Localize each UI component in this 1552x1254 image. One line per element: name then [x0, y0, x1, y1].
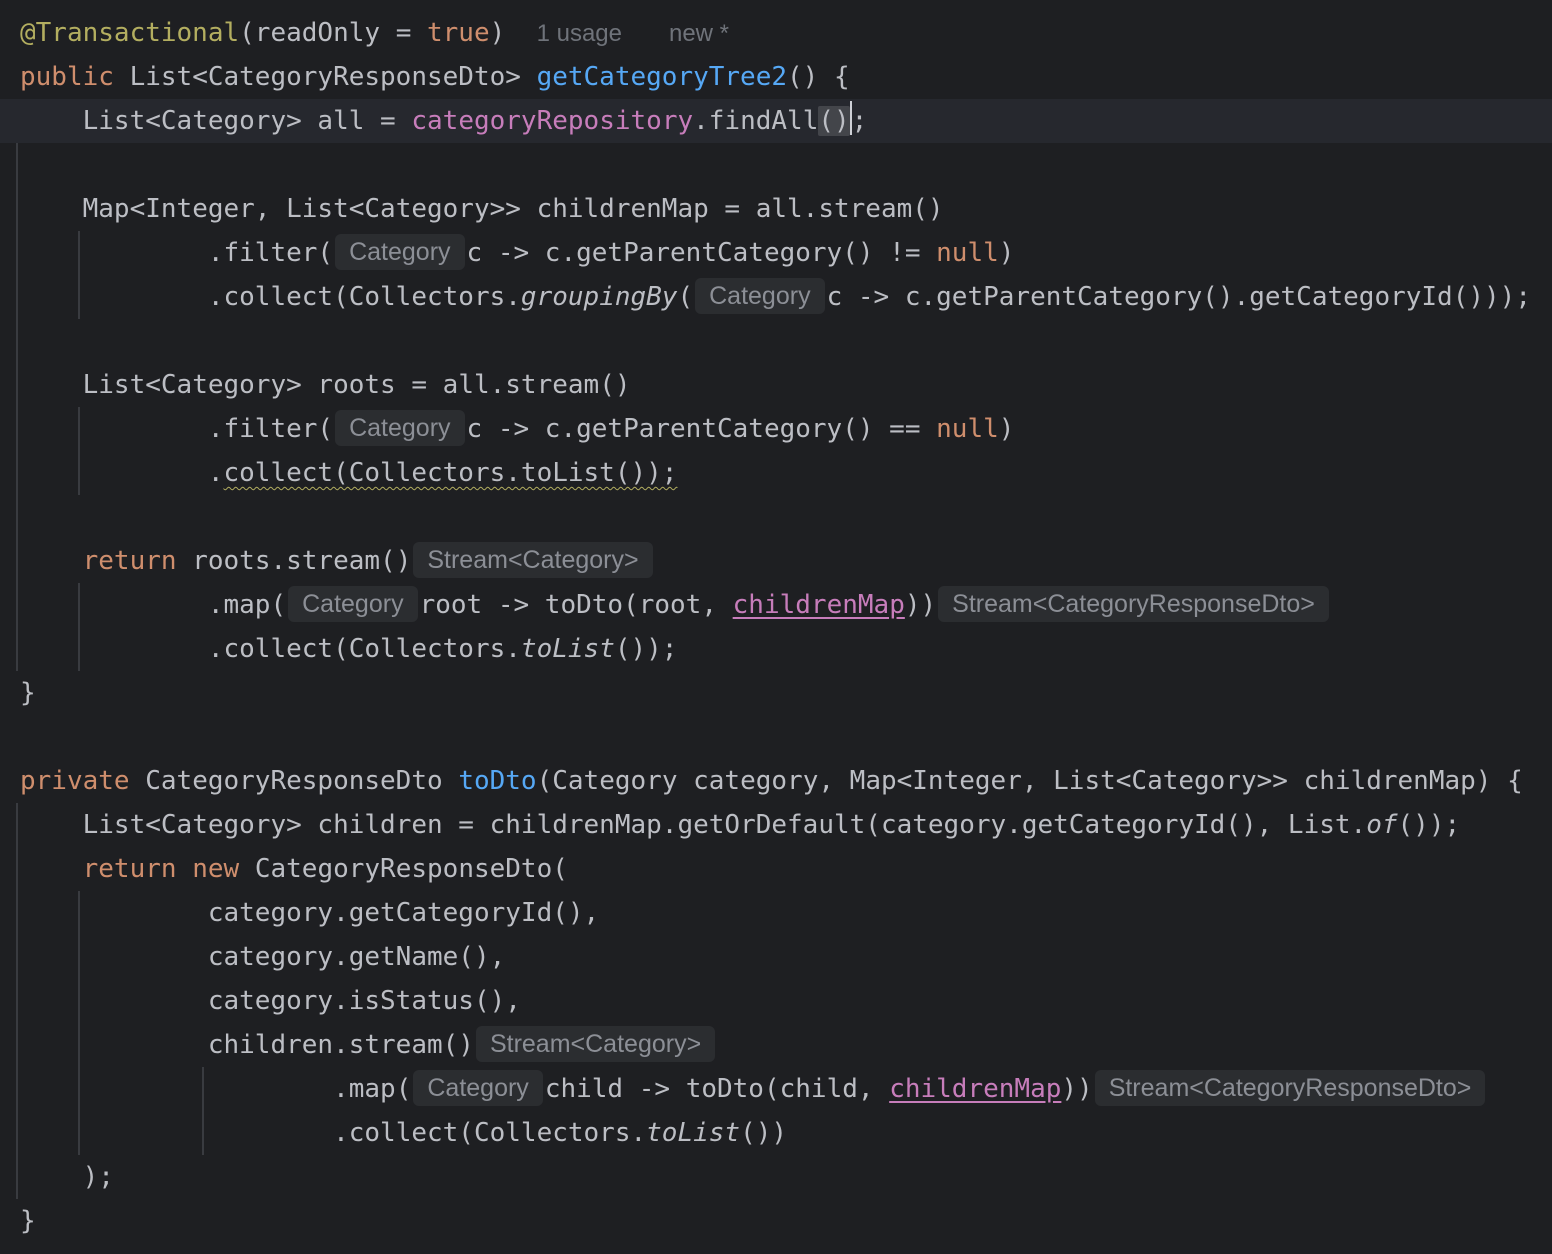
code-line: } — [20, 1206, 36, 1236]
code-line: .collect(Collectors.toList()); — [207, 634, 678, 664]
code-line: .filter(Category c -> c.getParentCategory… — [20, 231, 1014, 275]
code-line: category.isStatus(), — [207, 986, 521, 1016]
usages-hint[interactable]: 1 usage — [537, 20, 622, 47]
code-line: Map<Integer, List<Category>> childrenMap… — [82, 194, 944, 224]
code-line: return roots.stream() Stream<Category> — [20, 539, 655, 583]
matched-brace: () — [818, 106, 850, 136]
indent-guide — [16, 143, 18, 671]
code-line: .collect(Collectors.toList()); — [207, 458, 678, 488]
method-name[interactable]: getCategoryTree2 — [537, 62, 787, 92]
code-line: @Transactional(readOnly = true) 1 usage … — [20, 18, 730, 48]
method-name[interactable]: toDto — [458, 766, 536, 796]
code-line: return new CategoryResponseDto( — [82, 854, 568, 884]
inspection-warning[interactable]: collect(Collectors.toList()); — [224, 458, 678, 488]
field-reference[interactable]: childrenMap — [733, 590, 905, 620]
code-line: .map(Category root -> toDto(root, childre… — [20, 583, 1331, 627]
code-line: .map(Category child -> toDto(child, child… — [20, 1067, 1487, 1111]
type-hint: Stream<Category> — [413, 542, 653, 578]
code-line: ); — [82, 1162, 114, 1192]
type-hint: Category — [335, 410, 465, 446]
annotation: @Transactional — [20, 18, 240, 48]
field-reference[interactable]: childrenMap — [889, 1074, 1061, 1104]
code-line: } — [20, 678, 36, 708]
indent-guide — [16, 803, 18, 1199]
type-hint: Stream<CategoryResponseDto> — [938, 586, 1329, 622]
type-hint: Category — [288, 586, 418, 622]
code-line: private CategoryResponseDto toDto(Catego… — [20, 766, 1523, 796]
code-line-current: List<Category> all = categoryRepository.… — [20, 99, 867, 143]
type-hint: Category — [413, 1070, 543, 1106]
code-line: List<Category> roots = all.stream() — [82, 370, 631, 400]
vcs-status-hint[interactable]: new * — [669, 20, 729, 47]
type-hint: Category — [695, 278, 825, 314]
type-hint: Stream<CategoryResponseDto> — [1094, 1070, 1486, 1106]
code-line: public List<CategoryResponseDto> getCate… — [20, 62, 850, 92]
code-line: .filter(Category c -> c.getParentCategory… — [20, 407, 1014, 451]
code-line: List<Category> children = childrenMap.ge… — [82, 810, 1461, 840]
type-hint: Category — [335, 234, 465, 270]
code-line: children.stream() Stream<Category> — [20, 1023, 717, 1067]
code-line: .collect(Collectors.groupingBy(Category c… — [20, 275, 1531, 319]
field-reference[interactable]: categoryRepository — [411, 106, 693, 136]
code-line: category.getCategoryId(), — [207, 898, 600, 928]
code-editor[interactable]: @Transactional(readOnly = true) 1 usage … — [0, 0, 1552, 1254]
code-line: category.getName(), — [207, 942, 506, 972]
type-hint: Stream<Category> — [475, 1026, 716, 1062]
code-line: .collect(Collectors.toList()) — [333, 1118, 788, 1148]
